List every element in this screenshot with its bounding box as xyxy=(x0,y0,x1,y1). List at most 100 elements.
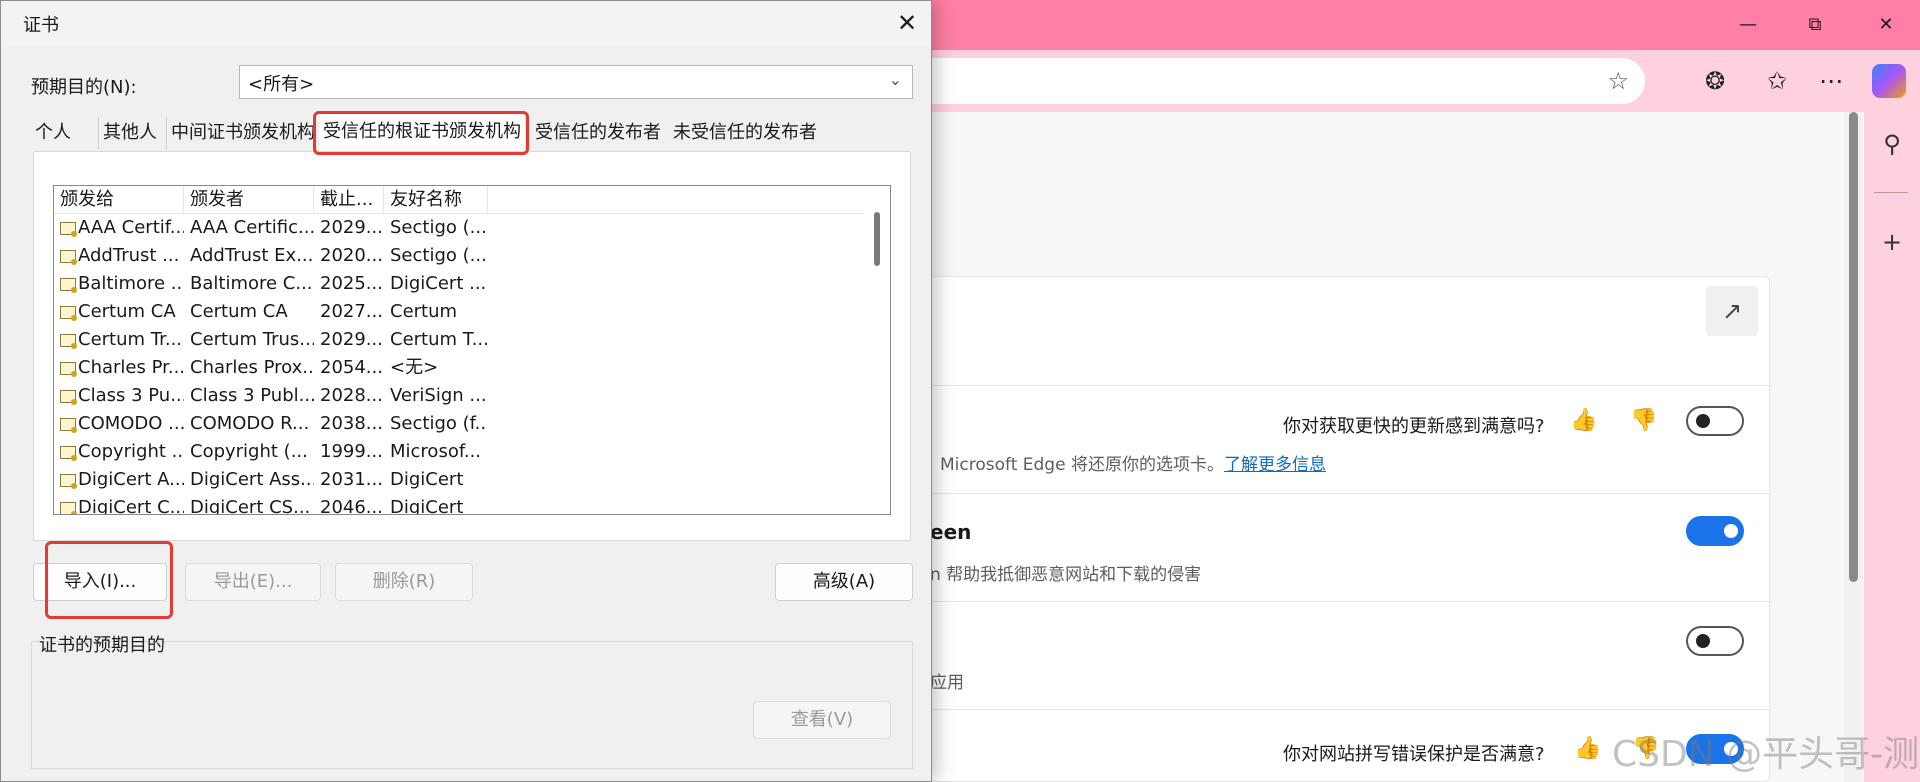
toggle-faster-updates[interactable] xyxy=(1686,406,1744,436)
cell-friendly-name: Sectigo (... xyxy=(384,242,488,270)
extensions-icon[interactable]: ❂ xyxy=(1698,64,1732,98)
cell-expiration: 2054... xyxy=(314,354,384,382)
more-menu-icon[interactable]: ⋯ xyxy=(1814,64,1848,98)
table-row[interactable]: Certum Tr... Certum Trus... 2029... Certum … xyxy=(54,326,864,354)
cell-issued-to: DigiCert C... xyxy=(54,494,184,514)
cell-text: Baltimore C... xyxy=(190,273,313,294)
table-row[interactable]: Baltimore ... Baltimore C... 2025... DigiCe… xyxy=(54,270,864,298)
certificate-icon xyxy=(60,250,77,265)
table-row[interactable]: AAA Certif... AAA Certific... 2029... Secti… xyxy=(54,214,864,242)
close-icon[interactable]: ✕ xyxy=(1866,10,1906,40)
certificate-icon xyxy=(60,390,77,405)
tab-trusted-publishers[interactable]: 受信任的发布者 xyxy=(531,117,667,149)
chevron-down-icon: ⌄ xyxy=(888,70,902,89)
list-scrollbar-thumb[interactable] xyxy=(874,212,880,266)
cell-text: 2028... xyxy=(320,385,383,406)
cell-friendly-name: Sectigo (f... xyxy=(384,410,488,438)
smartscreen-title: een xyxy=(930,520,972,544)
column-friendly-name[interactable]: 友好名称 xyxy=(384,186,488,214)
minimize-icon[interactable]: — xyxy=(1728,10,1768,40)
rail-divider xyxy=(1874,192,1908,193)
feedback-question-updates: 你对获取更快的更新感到满意吗? xyxy=(1283,416,1545,437)
table-row[interactable]: Charles Pr... Charles Prox... 2054... <无> xyxy=(54,354,864,382)
table-row[interactable]: COMODO ... COMODO R... 2038... Sectigo (f..… xyxy=(54,410,864,438)
cell-text: DigiCert ... xyxy=(390,273,487,294)
advanced-button[interactable]: 高级(A) xyxy=(775,563,913,601)
page-scrollbar[interactable] xyxy=(1844,112,1862,782)
cell-issued-to: COMODO ... xyxy=(54,410,184,438)
cell-expiration: 2025... xyxy=(314,270,384,298)
column-expiration[interactable]: 截止... xyxy=(314,186,384,214)
settings-row-divider xyxy=(931,493,1771,494)
thumbs-down-icon[interactable]: 👎 xyxy=(1630,408,1657,433)
learn-more-link[interactable]: 了解更多信息 xyxy=(1224,455,1326,475)
table-row[interactable]: Copyright ... Copyright (... 1999... Micros… xyxy=(54,438,864,466)
copilot-icon[interactable] xyxy=(1872,64,1906,98)
table-row[interactable]: AddTrust ... AddTrust Ex... 2020... Sectigo… xyxy=(54,242,864,270)
cell-text: 2027... xyxy=(320,301,383,322)
cell-text: Baltimore ... xyxy=(78,273,184,294)
cell-text: Class 3 Publ... xyxy=(190,385,314,406)
cell-text: Copyright (... xyxy=(190,441,308,462)
cell-friendly-name: <无> xyxy=(384,354,488,382)
cell-expiration: 2028... xyxy=(314,382,384,410)
cell-issued-by: AAA Certific... xyxy=(184,214,314,242)
cell-issued-by: Charles Prox... xyxy=(184,354,314,382)
settings-row-divider xyxy=(931,385,1771,386)
address-bar[interactable]: ☆ xyxy=(900,58,1645,104)
toggle-smartscreen[interactable] xyxy=(1686,516,1744,546)
table-row[interactable]: DigiCert A... DigiCert Ass... 2031... DigiC… xyxy=(54,466,864,494)
tab-untrusted-publishers[interactable]: 未受信任的发布者 xyxy=(669,117,829,149)
dialog-close-icon[interactable]: ✕ xyxy=(887,7,927,39)
cell-text: 2038... xyxy=(320,413,383,434)
page-scrollbar-thumb[interactable] xyxy=(1849,112,1858,582)
cell-text: 2054... xyxy=(320,357,383,378)
list-scrollbar[interactable] xyxy=(866,186,890,514)
tab-intermediate-ca[interactable]: 中间证书颁发机构 xyxy=(167,117,315,149)
remove-button[interactable]: 删除(R) xyxy=(335,563,473,601)
favorites-icon[interactable]: ✩ xyxy=(1760,64,1794,98)
restore-icon[interactable]: ⧉ xyxy=(1795,10,1835,40)
column-issued-by[interactable]: 颁发者 xyxy=(184,186,314,214)
purpose-select[interactable]: <所有> ⌄ xyxy=(239,65,913,99)
cell-expiration: 2027... xyxy=(314,298,384,326)
cell-text: Certum Trus... xyxy=(190,329,314,350)
certificate-icon xyxy=(60,222,77,237)
add-icon[interactable]: + xyxy=(1870,222,1914,262)
tab-other-people[interactable]: 其他人 xyxy=(99,117,167,149)
cell-issued-by: Copyright (... xyxy=(184,438,314,466)
cell-text: Certum Tr... xyxy=(78,329,183,350)
thumbs-up-icon[interactable]: 👍 xyxy=(1570,408,1597,433)
table-row[interactable]: DigiCert C... DigiCert CS... 2046... DigiCe… xyxy=(54,494,864,515)
cell-friendly-name: Microsof... xyxy=(384,438,488,466)
view-button[interactable]: 查看(V) xyxy=(753,701,891,739)
settings-row-divider xyxy=(931,709,1771,710)
certificate-list[interactable]: 颁发给 颁发者 截止... 友好名称 AAA Certif... AAA Cert… xyxy=(53,185,891,515)
purpose-select-value: <所有> xyxy=(248,74,315,95)
export-button[interactable]: 导出(E)... xyxy=(185,563,321,601)
cell-text: Charles Pr... xyxy=(78,357,184,378)
cell-issued-by: DigiCert CS... xyxy=(184,494,314,514)
toggle-pua-blocking[interactable] xyxy=(1686,626,1744,656)
certificate-icon xyxy=(60,306,77,321)
search-icon[interactable]: ⚲ xyxy=(1870,124,1914,164)
cell-text: Copyright ... xyxy=(78,441,184,462)
favorite-star-icon[interactable]: ☆ xyxy=(1607,67,1629,95)
cell-text: AAA Certif... xyxy=(78,217,184,238)
table-row[interactable]: Certum CA Certum CA 2027... Certum xyxy=(54,298,864,326)
cell-text: 2031... xyxy=(320,469,383,490)
certificate-icon xyxy=(60,474,77,489)
certificate-icon xyxy=(60,446,77,461)
cell-expiration: 1999... xyxy=(314,438,384,466)
table-row[interactable]: Class 3 Pu... Class 3 Publ... 2028... VeriS… xyxy=(54,382,864,410)
cell-text: DigiCert Ass... xyxy=(190,469,314,490)
import-button-highlight xyxy=(45,541,173,619)
tab-personal[interactable]: 个人 xyxy=(31,117,99,149)
thumbs-up-icon[interactable]: 👍 xyxy=(1574,736,1601,761)
cell-text: DigiCert xyxy=(390,497,464,515)
cell-text: Sectigo (f... xyxy=(390,413,488,434)
cell-text: Certum CA xyxy=(190,301,288,322)
open-external-icon[interactable]: ↗ xyxy=(1706,286,1758,336)
cell-text: VeriSign ... xyxy=(390,385,487,406)
column-issued-to[interactable]: 颁发给 xyxy=(54,186,184,214)
